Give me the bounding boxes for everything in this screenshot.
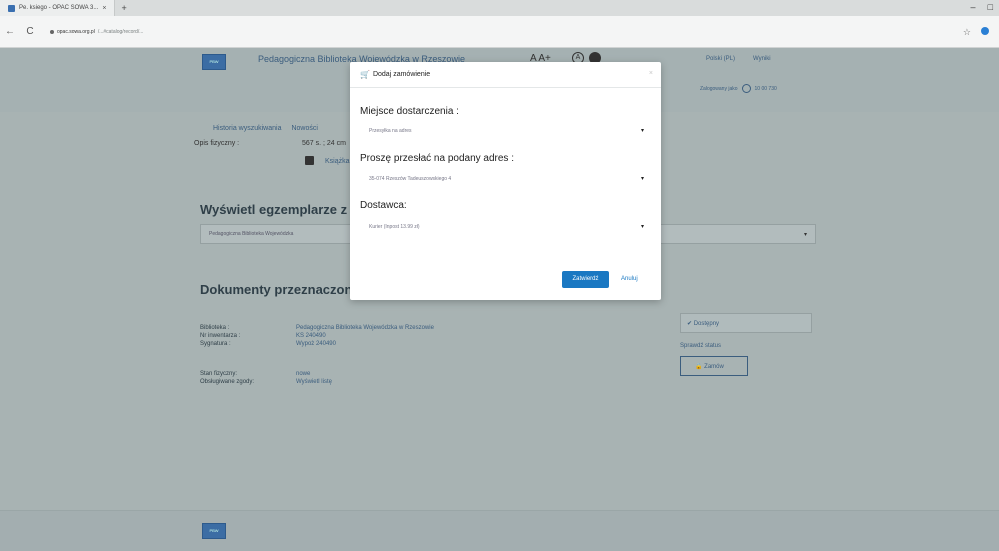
- signature-value: Wypoż 240490: [296, 341, 336, 347]
- confirm-button[interactable]: Zatwierdź: [562, 271, 609, 288]
- back-button[interactable]: ←: [0, 26, 20, 37]
- add-order-modal: 🛒 Dodaj zamówienie × Miejsce dostarczeni…: [350, 62, 661, 300]
- language-link[interactable]: Polski (PL): [706, 56, 735, 62]
- delivery-place-value: Przesyłka na adres: [369, 128, 412, 134]
- window-controls: – □: [971, 2, 993, 12]
- chevron-down-icon: ▾: [640, 128, 644, 134]
- library-value[interactable]: Pedagogiczna Biblioteka Wojewódzka w Rze…: [296, 324, 434, 332]
- record-nav: Historia wyszukiwania Nowości: [213, 125, 318, 132]
- address-value: 35-074 Rzeszów Tadeuszowskiego 4: [369, 176, 452, 182]
- history-link[interactable]: Historia wyszukiwania: [213, 125, 281, 132]
- results-link[interactable]: Wyniki: [753, 56, 771, 62]
- url-path: /...#catalog/record/...: [97, 28, 144, 35]
- maximize-button[interactable]: □: [988, 2, 993, 12]
- site-footer: PBW: [0, 510, 999, 551]
- item-detail-values-2: nowe Wyświetl listę: [296, 370, 332, 386]
- documents-heading: Dokumenty przeznaczone: [200, 282, 360, 297]
- browser-tab-bar: Pe. ksiego - OPAC SOWA 3... × + – □: [0, 0, 999, 16]
- check-status-link[interactable]: Sprawdź status: [680, 343, 721, 349]
- book-type-link[interactable]: Książka: [325, 158, 350, 165]
- delivery-place-select[interactable]: Przesyłka na adres ▾: [360, 124, 652, 140]
- cancel-link[interactable]: Anuluj: [621, 276, 638, 282]
- order-button[interactable]: 🔒 Zamów: [680, 356, 748, 376]
- inventory-value: KS 240490: [296, 333, 326, 339]
- modal-header: 🛒 Dodaj zamówienie: [350, 62, 661, 88]
- inventory-label: Nr inwentarza :: [200, 333, 241, 339]
- user-id[interactable]: 10 00 730: [755, 86, 777, 92]
- delivery-place-label: Miejsce dostarczenia :: [360, 106, 459, 117]
- tab-title: Pe. ksiego - OPAC SOWA 3...: [19, 5, 99, 11]
- condition-value: nowe: [296, 371, 311, 377]
- cart-icon: 🛒: [360, 70, 370, 79]
- bookmark-star-icon[interactable]: ☆: [963, 27, 971, 38]
- address-label: Proszę przesłać na podany adres :: [360, 153, 514, 164]
- lock-icon: [50, 29, 54, 34]
- consents-label: Obsługiwane zgody:: [200, 379, 255, 385]
- header-links: Polski (PL) Wyniki: [706, 56, 771, 62]
- footer-logo[interactable]: PBW: [202, 523, 226, 539]
- consents-link[interactable]: Wyświetl listę: [296, 378, 332, 386]
- chevron-down-icon: ▾: [640, 176, 644, 182]
- availability-status: ✔ Dostępny: [680, 313, 812, 333]
- copies-select-value: Pedagogiczna Biblioteka Wojewódzka: [209, 231, 294, 237]
- new-tab-button[interactable]: +: [115, 3, 132, 13]
- logged-in-label: Zalogowany jako: [700, 85, 738, 92]
- user-icon[interactable]: [741, 84, 751, 93]
- library-label: Biblioteka :: [200, 325, 230, 331]
- news-link[interactable]: Nowości: [291, 125, 317, 132]
- library-logo[interactable]: PBW: [202, 54, 226, 70]
- address-bar: ← C opac.sowa.org.pl /...#catalog/record…: [0, 16, 999, 48]
- item-detail-labels-2: Stan fizyczny: Obsługiwane zgody:: [200, 370, 254, 386]
- condition-label: Stan fizyczny:: [200, 371, 238, 377]
- browser-extensions: ☆: [963, 27, 989, 38]
- address-select[interactable]: 35-074 Rzeszów Tadeuszowskiego 4 ▾: [360, 172, 652, 188]
- item-detail-values: Pedagogiczna Biblioteka Wojewódzka w Rze…: [296, 324, 434, 348]
- item-detail-labels: Biblioteka : Nr inwentarza : Sygnatura :: [200, 324, 240, 348]
- book-icon: [305, 156, 314, 165]
- physical-description-label: Opis fizyczny :: [194, 140, 240, 147]
- supplier-label: Dostawca:: [360, 200, 407, 211]
- close-icon[interactable]: ×: [649, 70, 653, 77]
- signature-label: Sygnatura :: [200, 341, 231, 347]
- supplier-value: Kurier (Inpost 13.99 zł): [369, 224, 420, 230]
- modal-title: Dodaj zamówienie: [372, 71, 431, 78]
- order-button-label: Zamów: [704, 364, 724, 370]
- extension-icon[interactable]: [981, 27, 989, 35]
- copies-heading: Wyświetl egzemplarze z w: [200, 202, 361, 217]
- reload-button[interactable]: C: [20, 26, 40, 37]
- url-host: opac.sowa.org.pl: [57, 28, 95, 35]
- login-status: Zalogowany jako 10 00 730: [700, 84, 777, 93]
- tab-close-icon[interactable]: ×: [102, 5, 106, 12]
- browser-tab[interactable]: Pe. ksiego - OPAC SOWA 3... ×: [0, 0, 116, 16]
- tab-favicon-icon: [8, 4, 15, 12]
- chevron-down-icon: ▾: [640, 224, 644, 230]
- physical-description-value: 567 s. ; 24 cm: [302, 140, 346, 147]
- minimize-button[interactable]: –: [971, 2, 976, 12]
- chevron-down-icon: ▾: [803, 232, 807, 238]
- supplier-select[interactable]: Kurier (Inpost 13.99 zł) ▾: [360, 220, 652, 236]
- lock-icon: 🔒: [695, 364, 703, 370]
- url-field[interactable]: opac.sowa.org.pl /...#catalog/record/...: [50, 29, 143, 35]
